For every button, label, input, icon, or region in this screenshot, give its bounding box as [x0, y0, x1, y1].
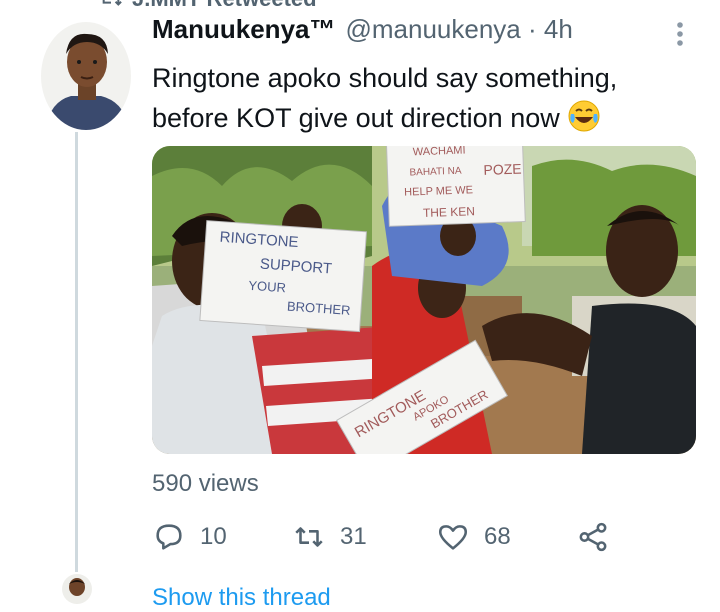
author-handle-time[interactable]: @manuukenya · 4h — [346, 14, 573, 45]
retweet-label: J.MMT Retweeted — [132, 0, 317, 12]
avatar[interactable] — [41, 22, 131, 130]
reply-button[interactable]: 10 — [152, 520, 227, 554]
sign-left-line-3: YOUR — [248, 278, 287, 296]
retweet-header[interactable]: J.MMT Retweeted — [100, 0, 317, 12]
sign-top-line-5: THE KEN — [423, 204, 475, 220]
like-button[interactable]: 68 — [436, 520, 511, 554]
heart-icon — [438, 525, 468, 550]
tweet-text: Ringtone apoko should say something, bef… — [152, 58, 692, 144]
more-options-icon[interactable] — [670, 20, 690, 50]
sign-top-line-1: WACHAMI — [413, 146, 466, 158]
show-thread-link[interactable]: Show this thread — [152, 584, 331, 612]
tweet-header: Manuukenya™ @manuukenya · 4h — [152, 14, 573, 45]
share-button[interactable] — [576, 520, 610, 554]
tweet-actions: 10 31 68 — [152, 520, 622, 560]
share-icon — [579, 522, 607, 552]
author-name[interactable]: Manuukenya™ — [152, 14, 336, 45]
reply-icon — [156, 524, 182, 550]
sign-top-line-3: POZE — [483, 161, 522, 178]
view-count: 590 views — [152, 470, 259, 497]
tweet-media-image[interactable]: RINGTONE SUPPORT YOUR BROTHER WACHAMI BA… — [152, 146, 696, 454]
reply-count: 10 — [200, 523, 227, 550]
thread-line — [75, 132, 78, 572]
tweet-text-content: Ringtone apoko should say something, bef… — [152, 63, 618, 133]
laughing-emoji-icon — [567, 99, 601, 144]
like-count: 68 — [484, 523, 511, 550]
retweet-action-icon — [295, 527, 323, 547]
retweet-icon — [102, 0, 122, 6]
retweet-count: 31 — [340, 523, 367, 550]
sign-top-line-2: BAHATI NA — [409, 166, 462, 179]
sign-top-line-4: HELP ME WE — [404, 184, 473, 198]
retweet-button[interactable]: 31 — [292, 520, 367, 554]
